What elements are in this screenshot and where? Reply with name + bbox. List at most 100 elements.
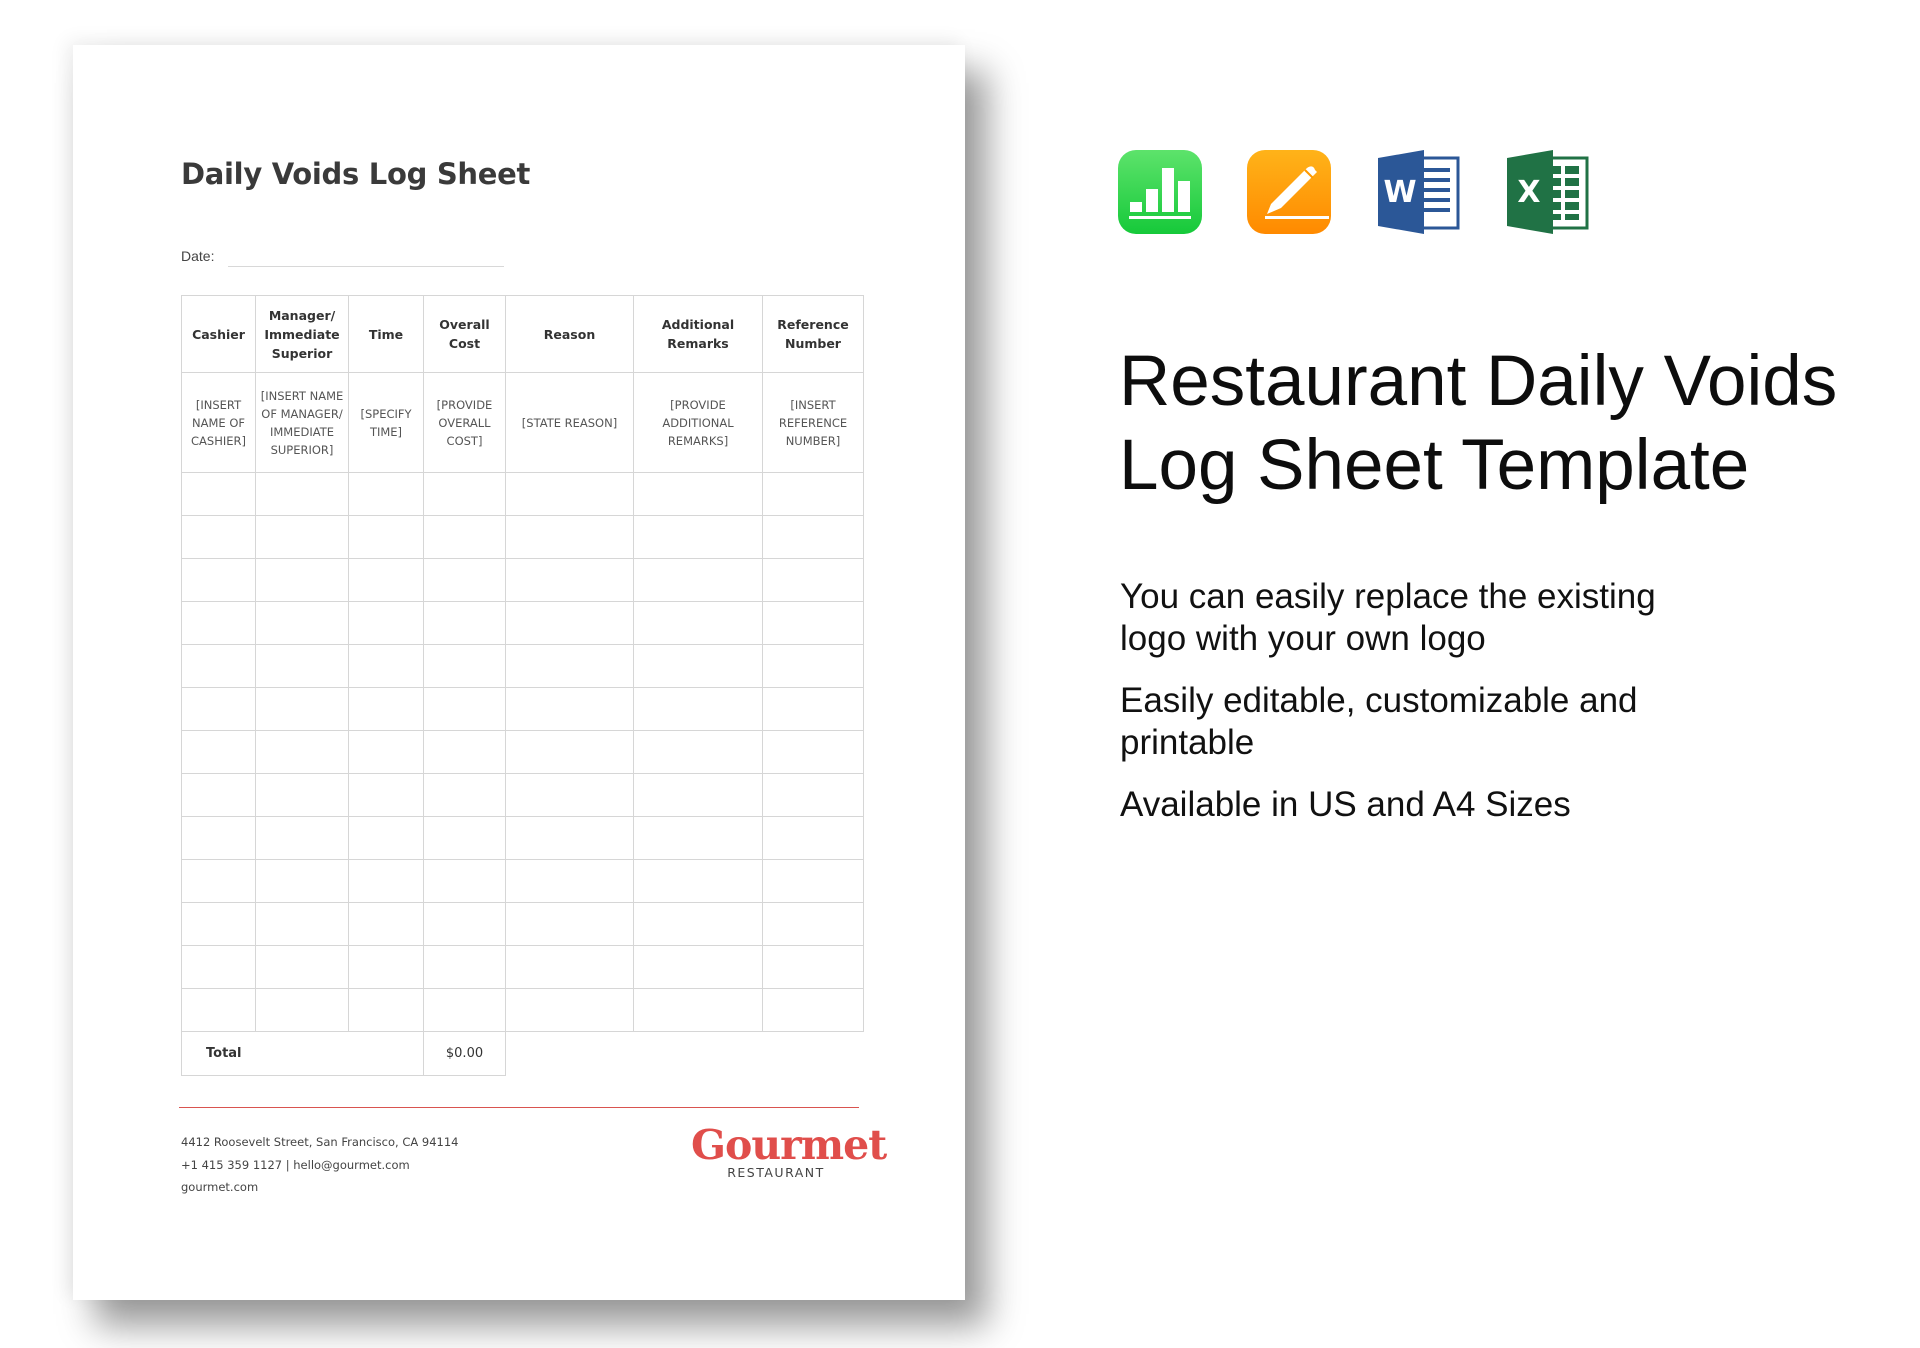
table-cell[interactable] — [762, 730, 864, 774]
table-cell[interactable] — [181, 730, 256, 774]
table-cell[interactable] — [181, 773, 256, 817]
cell-time[interactable]: [SPECIFY TIME] — [348, 372, 424, 473]
table-cell[interactable] — [633, 773, 763, 817]
total-label: Total — [181, 1031, 424, 1076]
table-cell[interactable] — [423, 558, 506, 602]
table-cell[interactable] — [348, 730, 424, 774]
cell-additional-remarks[interactable]: [PROVIDE ADDITIONAL REMARKS] — [633, 372, 763, 473]
table-cell[interactable] — [633, 730, 763, 774]
table-cell[interactable] — [255, 644, 349, 688]
table-cell[interactable] — [181, 558, 256, 602]
table-cell[interactable] — [255, 988, 349, 1032]
table-cell[interactable] — [505, 988, 634, 1032]
table-cell[interactable] — [423, 773, 506, 817]
cell-overall-cost[interactable]: [PROVIDE OVERALL COST] — [423, 372, 506, 473]
table-cell[interactable] — [423, 687, 506, 731]
date-field[interactable] — [228, 266, 504, 267]
table-cell[interactable] — [633, 558, 763, 602]
table-cell[interactable] — [423, 859, 506, 903]
table-cell[interactable] — [181, 859, 256, 903]
table-cell[interactable] — [348, 558, 424, 602]
table-cell[interactable] — [348, 472, 424, 516]
table-cell[interactable] — [505, 816, 634, 860]
table-cell[interactable] — [423, 515, 506, 559]
table-cell[interactable] — [633, 988, 763, 1032]
table-cell[interactable] — [633, 816, 763, 860]
table-cell[interactable] — [255, 816, 349, 860]
table-cell[interactable] — [505, 515, 634, 559]
table-cell[interactable] — [255, 687, 349, 731]
table-cell[interactable] — [423, 730, 506, 774]
table-cell[interactable] — [762, 945, 864, 989]
table-cell[interactable] — [505, 945, 634, 989]
cell-reference-number[interactable]: [INSERT REFERENCE NUMBER] — [762, 372, 864, 473]
table-cell[interactable] — [633, 687, 763, 731]
table-cell[interactable] — [181, 988, 256, 1032]
table-cell[interactable] — [505, 859, 634, 903]
table-cell[interactable] — [633, 472, 763, 516]
table-cell[interactable] — [762, 515, 864, 559]
table-cell[interactable] — [348, 773, 424, 817]
table-cell[interactable] — [633, 601, 763, 645]
table-cell[interactable] — [633, 644, 763, 688]
table-cell[interactable] — [348, 687, 424, 731]
table-cell[interactable] — [181, 644, 256, 688]
table-cell[interactable] — [505, 773, 634, 817]
table-cell[interactable] — [505, 644, 634, 688]
table-cell[interactable] — [423, 902, 506, 946]
table-cell[interactable] — [423, 644, 506, 688]
table-cell[interactable] — [181, 687, 256, 731]
table-cell[interactable] — [762, 472, 864, 516]
table-cell[interactable] — [423, 601, 506, 645]
table-cell[interactable] — [423, 816, 506, 860]
table-cell[interactable] — [505, 558, 634, 602]
table-cell[interactable] — [423, 945, 506, 989]
table-cell[interactable] — [255, 945, 349, 989]
table-cell[interactable] — [505, 902, 634, 946]
table-cell[interactable] — [348, 601, 424, 645]
table-cell[interactable] — [505, 601, 634, 645]
table-cell[interactable] — [423, 988, 506, 1032]
table-cell[interactable] — [348, 515, 424, 559]
table-cell[interactable] — [348, 859, 424, 903]
table-cell[interactable] — [762, 773, 864, 817]
table-cell[interactable] — [255, 902, 349, 946]
table-cell[interactable] — [255, 730, 349, 774]
table-cell[interactable] — [633, 859, 763, 903]
table-cell[interactable] — [762, 988, 864, 1032]
table-cell[interactable] — [181, 515, 256, 559]
table-cell[interactable] — [181, 902, 256, 946]
table-cell[interactable] — [255, 601, 349, 645]
table-cell[interactable] — [762, 558, 864, 602]
table-cell[interactable] — [255, 515, 349, 559]
table-cell[interactable] — [255, 558, 349, 602]
table-cell[interactable] — [505, 472, 634, 516]
table-cell[interactable] — [181, 816, 256, 860]
table-cell[interactable] — [762, 687, 864, 731]
table-cell[interactable] — [181, 601, 256, 645]
cell-cashier[interactable]: [INSERT NAME OF CASHIER] — [181, 372, 256, 473]
table-cell[interactable] — [255, 773, 349, 817]
table-cell[interactable] — [762, 644, 864, 688]
table-cell[interactable] — [762, 859, 864, 903]
table-cell[interactable] — [348, 945, 424, 989]
cell-manager[interactable]: [INSERT NAME OF MANAGER/ IMMEDIATE SUPER… — [255, 372, 349, 473]
table-cell[interactable] — [762, 816, 864, 860]
table-cell[interactable] — [423, 472, 506, 516]
cell-reason[interactable]: [STATE REASON] — [505, 372, 634, 473]
table-cell[interactable] — [505, 687, 634, 731]
table-cell[interactable] — [633, 515, 763, 559]
table-cell[interactable] — [762, 902, 864, 946]
table-cell[interactable] — [633, 945, 763, 989]
table-cell[interactable] — [348, 988, 424, 1032]
table-cell[interactable] — [762, 601, 864, 645]
table-cell[interactable] — [181, 945, 256, 989]
table-cell[interactable] — [348, 902, 424, 946]
table-cell[interactable] — [255, 472, 349, 516]
table-cell[interactable] — [348, 816, 424, 860]
table-cell[interactable] — [348, 644, 424, 688]
table-cell[interactable] — [505, 730, 634, 774]
table-cell[interactable] — [181, 472, 256, 516]
table-cell[interactable] — [255, 859, 349, 903]
table-cell[interactable] — [633, 902, 763, 946]
